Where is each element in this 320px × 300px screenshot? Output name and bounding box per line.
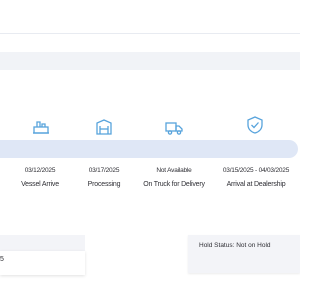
step-4-date: 03/15/2025 - 04/03/2025 xyxy=(222,167,290,174)
truck-icon xyxy=(164,117,184,137)
progress-track xyxy=(0,140,298,158)
hold-status-panel xyxy=(188,235,300,273)
section-band xyxy=(0,52,300,70)
hold-status-text: Hold Status: Not on Hold xyxy=(199,242,271,249)
left-panel-header xyxy=(0,235,85,251)
order-tracking-page: 03/12/2025 03/17/2025 Not Available 03/1… xyxy=(0,0,300,300)
header-divider xyxy=(0,33,300,34)
step-2-label: Processing xyxy=(87,181,121,188)
step-1-label: Vessel Arrive xyxy=(21,181,59,188)
left-panel-body xyxy=(0,251,85,275)
shield-check-icon xyxy=(245,115,265,135)
step-3-label: On Truck for Delivery xyxy=(143,181,205,188)
step-4-label: Arrival at Dealership xyxy=(226,181,286,188)
left-panel-value: 5 xyxy=(0,256,4,263)
step-3-date: Not Available xyxy=(156,167,192,174)
step-2-date: 03/17/2025 xyxy=(88,167,120,174)
step-1-date: 03/12/2025 xyxy=(24,167,56,174)
factory-icon xyxy=(31,117,51,137)
warehouse-icon xyxy=(94,117,114,137)
